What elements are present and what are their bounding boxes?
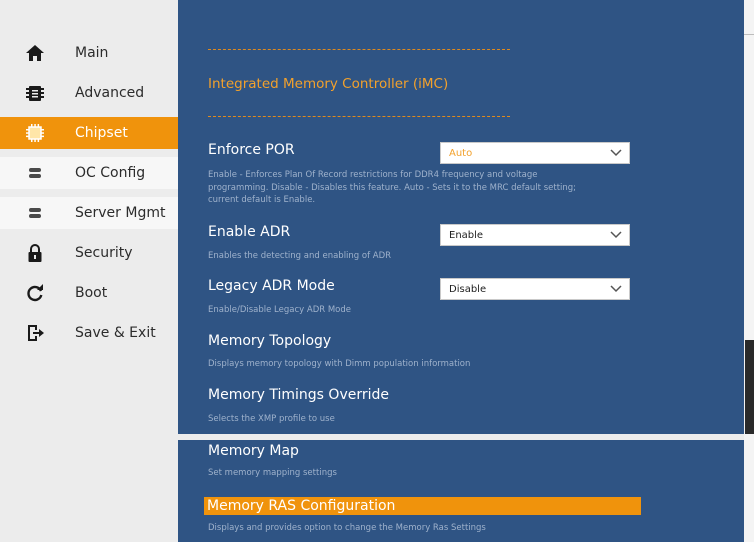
- server-icon: [24, 162, 46, 184]
- setting-help-text: Displays memory topology with Dimm popul…: [208, 359, 471, 369]
- sidebar-item-boot[interactable]: Boot: [0, 277, 178, 309]
- sidebar-item-chipset[interactable]: Chipset: [0, 117, 178, 149]
- chevron-down-icon: [610, 285, 622, 293]
- setting-help-text: Displays and provides option to change t…: [208, 523, 486, 533]
- setting-enforce-por-label[interactable]: Enforce POR: [208, 142, 295, 158]
- section-title: Integrated Memory Controller (iMC): [208, 76, 449, 92]
- setting-help-text: Enable - Enforces Plan Of Record restric…: [208, 170, 577, 205]
- dropdown-value: Enable: [449, 230, 484, 241]
- divider: [208, 49, 510, 50]
- setting-help-text: Set memory mapping settings: [208, 468, 337, 478]
- sidebar-item-main[interactable]: Main: [0, 37, 178, 69]
- sidebar-item-label: Save & Exit: [75, 325, 156, 341]
- sidebar-item-security[interactable]: Security: [0, 237, 178, 269]
- server-icon: [24, 202, 46, 224]
- sidebar-item-server-mgmt[interactable]: Server Mgmt: [0, 197, 178, 229]
- lock-icon: [24, 242, 46, 264]
- setting-help-text: Enable/Disable Legacy ADR Mode: [208, 305, 352, 315]
- screen-separator: [178, 434, 754, 440]
- exit-icon: [24, 322, 46, 344]
- setting-legacy-adr-mode-label[interactable]: Legacy ADR Mode: [208, 278, 335, 294]
- sidebar-menu: Main Advanced Chipset OC Config Server M…: [0, 0, 178, 542]
- memory-topology-link[interactable]: Memory Topology: [208, 333, 331, 349]
- enforce-por-dropdown[interactable]: Auto: [440, 142, 630, 164]
- sidebar-item-label: Advanced: [75, 85, 145, 101]
- dropdown-value: Auto: [449, 148, 473, 159]
- setting-help-text: Enables the detecting and enabling of AD…: [208, 251, 392, 261]
- home-icon: [24, 42, 46, 64]
- chevron-down-icon: [610, 149, 622, 157]
- sidebar-item-advanced[interactable]: Advanced: [0, 77, 178, 109]
- setting-enable-adr-label[interactable]: Enable ADR: [208, 224, 290, 240]
- scrollbar-thumb[interactable]: [745, 340, 754, 434]
- chip-icon: [24, 122, 46, 144]
- scrollbar-track[interactable]: [744, 0, 754, 542]
- sidebar-item-label: Main: [75, 45, 109, 61]
- sidebar-item-oc-config[interactable]: OC Config: [0, 157, 178, 189]
- sidebar-item-label: Boot: [75, 285, 108, 301]
- sidebar-item-save-exit[interactable]: Save & Exit: [0, 317, 178, 349]
- scrollbar-edge: [744, 34, 754, 35]
- sidebar-item-label: Security: [75, 245, 133, 261]
- chip-settings-icon: [24, 82, 46, 104]
- settings-panel: Integrated Memory Controller (iMC) Enfor…: [178, 0, 744, 542]
- sidebar-item-label: Chipset: [75, 125, 128, 141]
- memory-map-link[interactable]: Memory Map: [208, 443, 299, 459]
- sidebar-item-label: OC Config: [75, 165, 146, 181]
- setting-help-text: Selects the XMP profile to use: [208, 414, 335, 424]
- sidebar-item-label: Server Mgmt: [75, 205, 166, 221]
- enable-adr-dropdown[interactable]: Enable: [440, 224, 630, 246]
- dropdown-value: Disable: [449, 284, 487, 295]
- memory-timings-override-link[interactable]: Memory Timings Override: [208, 387, 389, 403]
- refresh-icon: [24, 282, 46, 304]
- legacy-adr-mode-dropdown[interactable]: Disable: [440, 278, 630, 300]
- divider: [208, 116, 510, 117]
- memory-ras-configuration-link[interactable]: Memory RAS Configuration: [207, 498, 395, 514]
- chevron-down-icon: [610, 231, 622, 239]
